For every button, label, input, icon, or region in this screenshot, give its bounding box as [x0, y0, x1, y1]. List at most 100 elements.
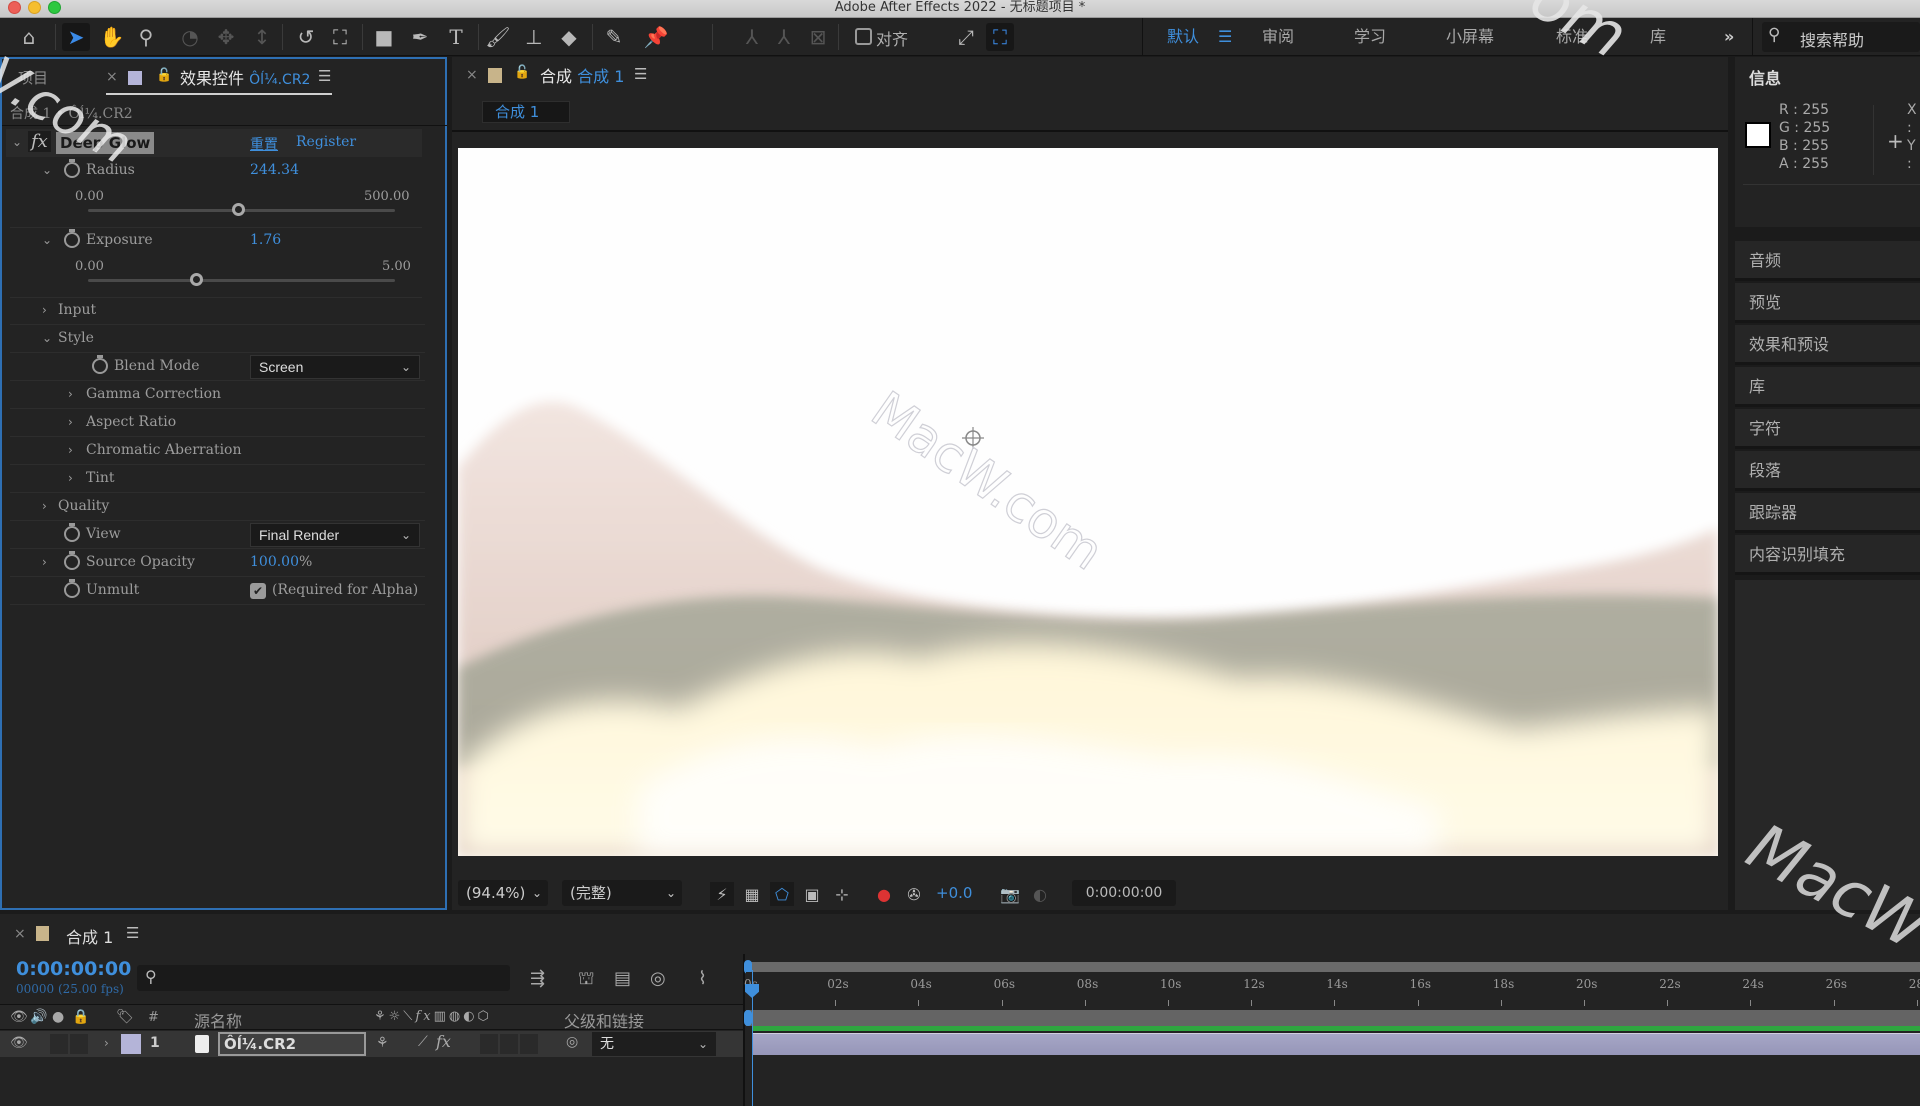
expand-chevron-icon[interactable]: ⌄ — [42, 233, 52, 247]
brush-tool-icon[interactable]: 🖌 — [484, 23, 512, 51]
close-tab-icon[interactable]: × — [106, 69, 118, 85]
character-panel-tab[interactable]: 字符 — [1735, 409, 1920, 449]
work-area-bar[interactable] — [746, 1010, 1920, 1026]
layer-duration-bar[interactable] — [752, 1033, 1920, 1055]
gamma-correction-row[interactable]: › Gamma Correction — [10, 381, 425, 409]
reset-link[interactable]: 重置 — [250, 134, 278, 154]
content-aware-fill-panel-tab[interactable]: 内容识别填充 — [1735, 535, 1920, 575]
resolution-dropdown[interactable]: (完整) ⌄ — [562, 880, 682, 906]
layer-label-color[interactable] — [121, 1034, 141, 1054]
view-axis-icon[interactable]: ⊠ — [804, 23, 832, 51]
puppet-pin-icon[interactable]: 📌 — [642, 23, 670, 51]
pan-camera-icon[interactable]: ✥ — [212, 23, 240, 51]
chromatic-aberration-row[interactable]: › Chromatic Aberration — [10, 437, 425, 465]
pick-whip-icon[interactable]: ◎ — [566, 1034, 578, 1050]
video-toggle-icon[interactable]: 👁 — [10, 1009, 28, 1025]
zoom-tool-icon[interactable]: ⚲ — [132, 23, 160, 51]
tracker-panel-tab[interactable]: 跟踪器 — [1735, 493, 1920, 533]
expand-chevron-icon[interactable]: › — [68, 415, 73, 429]
current-time-display[interactable]: 0:00:00:00 — [1072, 880, 1176, 906]
work-area-start-handle[interactable] — [744, 1010, 752, 1026]
orbit-camera-icon[interactable]: ◔ — [176, 23, 204, 51]
effect-header-row[interactable]: ⌄ fx Deep Glow 重置 Register — [6, 129, 422, 157]
magnification-dropdown[interactable]: (94.4%) ⌄ — [458, 880, 548, 906]
comp-navigator-tab[interactable]: 合成 1 — [482, 101, 570, 123]
timeline-tab[interactable]: 合成 1 — [66, 924, 113, 948]
help-search-input[interactable]: ⚲ 搜索帮助 — [1762, 22, 1920, 52]
radius-value[interactable]: 244.34 — [250, 162, 299, 178]
lock-icon[interactable]: 🔓 — [156, 68, 172, 83]
effects-presets-panel-tab[interactable]: 效果和预设 — [1735, 325, 1920, 365]
transparency-grid-icon[interactable]: ▦ — [740, 882, 764, 906]
exposure-adjust-value[interactable]: +0.0 — [936, 884, 972, 902]
pen-tool-icon[interactable]: ✒ — [406, 23, 434, 51]
source-name-column-header[interactable]: 源名称 — [194, 1008, 242, 1032]
expand-chevron-icon[interactable]: ⌄ — [42, 163, 52, 177]
expand-chevron-icon[interactable]: › — [42, 303, 47, 317]
workspace-library[interactable]: 库 — [1650, 18, 1666, 56]
composition-flowchart-icon[interactable]: ⇶ — [530, 968, 545, 989]
lock-icon[interactable]: 🔓 — [514, 65, 530, 80]
stopwatch-icon[interactable] — [64, 523, 80, 542]
composition-viewer[interactable]: MacW.com — [458, 148, 1718, 856]
rotation-tool-icon[interactable]: ↺ — [292, 23, 320, 51]
effect-controls-tab[interactable]: 效果控件 Ôĺ¼.CR2 — [180, 65, 310, 89]
radius-slider-knob[interactable] — [232, 203, 246, 216]
unmult-checkbox[interactable]: ✔ — [250, 583, 266, 599]
workspace-standard[interactable]: 标准 — [1556, 18, 1588, 56]
fast-preview-icon[interactable]: ⚡ — [710, 882, 734, 906]
local-axis-icon[interactable]: ⅄ — [738, 23, 766, 51]
expand-chevron-icon[interactable]: › — [68, 471, 73, 485]
show-snapshot-icon[interactable]: ◐ — [1028, 882, 1052, 906]
aspect-ratio-row[interactable]: › Aspect Ratio — [10, 409, 425, 437]
home-icon[interactable]: ⌂ — [12, 23, 46, 51]
effect-name[interactable]: Deep Glow — [56, 132, 155, 154]
shy-switch-icon[interactable]: ⚘ — [376, 1035, 389, 1051]
project-tab[interactable]: 项目 — [18, 67, 48, 88]
selection-tool-icon[interactable]: ➤ — [62, 23, 90, 51]
world-axis-icon[interactable]: ⅄ — [770, 23, 798, 51]
mask-visibility-icon[interactable]: ⬠ — [770, 882, 794, 906]
tint-row[interactable]: › Tint — [10, 465, 425, 493]
solo-icon[interactable]: ● — [52, 1009, 64, 1025]
snapping-icon[interactable]: ⤢ — [952, 23, 980, 51]
shy-layers-icon[interactable]: ⛫ — [578, 968, 595, 992]
stopwatch-icon[interactable] — [64, 229, 80, 248]
input-group-row[interactable]: › Input — [10, 297, 425, 325]
region-of-interest-icon[interactable]: ▣ — [800, 882, 824, 906]
type-tool-icon[interactable]: T — [442, 23, 470, 51]
label-icon[interactable]: 🏷 — [116, 1009, 134, 1025]
lock-icon[interactable]: 🔒 — [72, 1009, 89, 1025]
expand-chevron-icon[interactable]: › — [68, 443, 73, 457]
parent-column-header[interactable]: 父级和链接 — [564, 1008, 644, 1032]
workspace-small-screen[interactable]: 小屏幕 — [1446, 18, 1494, 56]
view-dropdown[interactable]: Final Render ⌄ — [250, 523, 420, 547]
workspace-default[interactable]: 默认 — [1167, 18, 1199, 56]
frame-blending-icon[interactable]: ▤ — [614, 968, 631, 989]
video-toggle-icon[interactable]: 👁 — [10, 1035, 28, 1051]
layer-search-input[interactable]: ⚲ — [137, 965, 510, 991]
hand-tool-icon[interactable]: ✋ — [98, 23, 126, 51]
motion-blur-switch[interactable] — [500, 1034, 518, 1054]
graph-editor-icon[interactable]: ⌇ — [698, 968, 707, 989]
parent-dropdown[interactable]: 无 ⌄ — [592, 1032, 716, 1056]
quality-group-row[interactable]: › Quality — [10, 493, 425, 521]
eraser-icon[interactable]: ◆ — [555, 23, 583, 51]
effect-switch-icon[interactable]: fx — [436, 1032, 451, 1051]
style-group-row[interactable]: ⌄ Style — [10, 325, 425, 353]
paragraph-panel-tab[interactable]: 段落 — [1735, 451, 1920, 491]
work-area-navigator[interactable] — [746, 962, 1920, 972]
solo-toggle[interactable] — [50, 1034, 68, 1054]
panel-menu-icon[interactable]: ☰ — [634, 65, 647, 83]
layer-name-input[interactable]: Ôĺ¼.CR2 — [218, 1032, 366, 1056]
exposure-value[interactable]: 1.76 — [250, 232, 281, 248]
collapse-chevron-icon[interactable]: ⌄ — [12, 135, 22, 149]
source-opacity-value[interactable]: 100.00% — [250, 554, 312, 570]
close-tab-icon[interactable]: × — [466, 67, 478, 83]
collapse-chevron-icon[interactable]: ⌄ — [42, 331, 52, 345]
dolly-camera-icon[interactable]: ↕ — [248, 23, 276, 51]
expand-chevron-icon[interactable]: › — [42, 555, 47, 569]
quality-switch-icon[interactable]: ⟋ — [418, 1034, 428, 1050]
close-tab-icon[interactable]: × — [14, 926, 26, 942]
stopwatch-icon[interactable] — [92, 355, 108, 374]
